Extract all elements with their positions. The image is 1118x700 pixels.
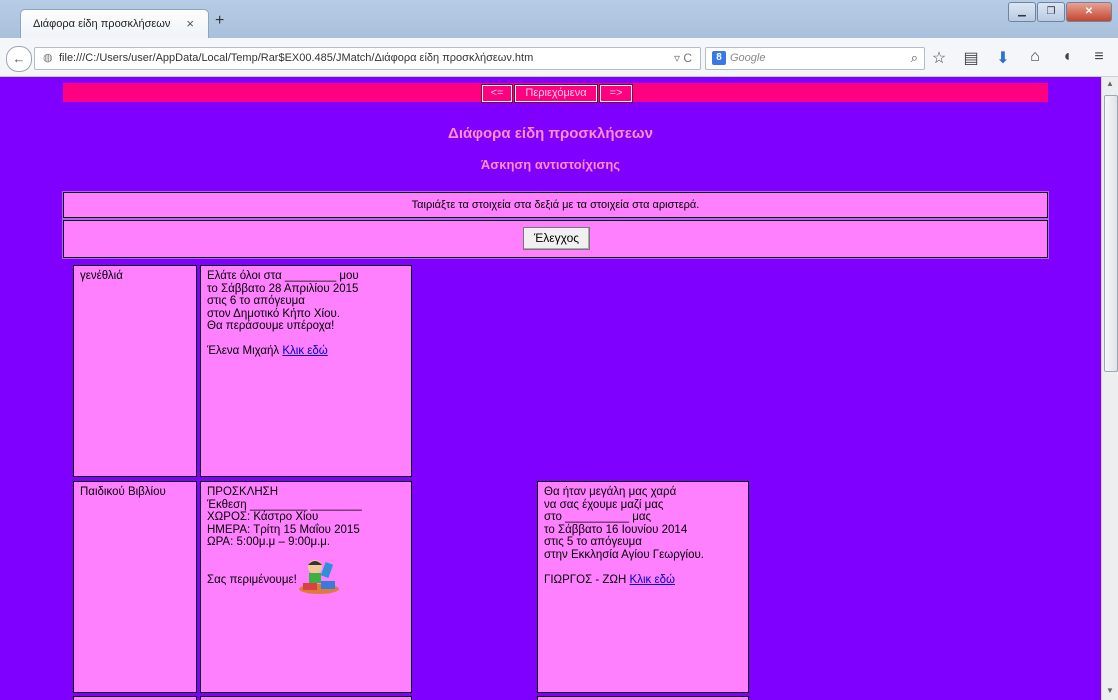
contents-button[interactable]: Περιεχόμενα (514, 84, 598, 103)
left-label-cell: Παιδικού Βιβλίου (73, 481, 197, 693)
draggable-answer-card[interactable]: Θα ήταν μεγάλη μας χαρά να σας έχουμε μα… (537, 481, 749, 693)
home-icon[interactable]: ⌂ (1026, 48, 1044, 68)
click-here-link[interactable]: Κλικ εδώ (630, 574, 675, 586)
instructions-box: Ταιριάξτε τα στοιχεία στα δεξιά με τα στ… (62, 191, 1049, 219)
scroll-down-icon[interactable]: ▼ (1104, 686, 1116, 698)
drop-target-cell[interactable]: ΠΡΟΣΚΛΗΣΗ Έκθεση _________ ________ ΧΩΡΟ… (200, 481, 412, 693)
draggable-answer-card[interactable] (537, 696, 749, 700)
bookmarks-menu-icon[interactable]: ▤ (962, 48, 980, 68)
vertical-scrollbar[interactable]: ▲ ▼ (1101, 77, 1118, 700)
browser-tab[interactable]: Διάφορα είδη προσκλήσεων × (20, 9, 209, 39)
drop-target-cell[interactable] (200, 696, 412, 700)
window-titlebar: Διάφορα είδη προσκλήσεων × + ▁ ❐ ✕ (0, 0, 1118, 39)
search-box[interactable]: 8 Google ⌕ (705, 47, 925, 70)
browser-toolbar: ← ◍ file:///C:/Users/user/AppData/Local/… (0, 38, 1118, 77)
tab-title: Διάφορα είδη προσκλήσεων (33, 18, 171, 30)
maximize-icon[interactable]: ❐ (1037, 2, 1065, 22)
minimize-icon[interactable]: ▁ (1008, 2, 1036, 22)
page-content: <= Περιεχόμενα => Διάφορα είδη προσκλήσε… (0, 77, 1101, 700)
left-label-cell (73, 696, 197, 700)
globe-icon: ◍ (43, 52, 53, 64)
toolbar-icons: ☆ ▤ ⬇ ⌂ ◖ ≡ (930, 48, 1108, 68)
close-window-icon[interactable]: ✕ (1066, 2, 1112, 22)
download-icon[interactable]: ⬇ (994, 48, 1012, 68)
window-controls: ▁ ❐ ✕ (1008, 2, 1112, 22)
check-button[interactable]: Έλεγχος (523, 227, 590, 250)
google-icon: 8 (712, 51, 726, 65)
scrollbar-thumb[interactable] (1104, 95, 1118, 372)
tab-close-icon[interactable]: × (186, 16, 194, 31)
drop-target-cell[interactable]: Ελάτε όλοι στα ________ μου το Σάββατο 2… (200, 265, 412, 477)
bookmark-star-icon[interactable]: ☆ (930, 48, 948, 68)
search-icon[interactable]: ⌕ (911, 50, 918, 66)
pocket-icon[interactable]: ◖ (1058, 48, 1076, 68)
new-tab-icon[interactable]: + (215, 12, 224, 30)
reload-icon[interactable]: ▿ C (674, 51, 692, 65)
answer-text: Θα ήταν μεγάλη μας χαρά να σας έχουμε μα… (544, 486, 704, 586)
check-row: Έλεγχος (62, 219, 1049, 259)
menu-icon[interactable]: ≡ (1090, 48, 1108, 68)
address-bar[interactable]: ◍ file:///C:/Users/user/AppData/Local/Te… (34, 47, 701, 70)
prev-button[interactable]: <= (481, 84, 513, 103)
page-subtitle: Άσκηση αντιστοίχισης (480, 157, 621, 172)
invitation-text: Ελάτε όλοι στα ________ μου το Σάββατο 2… (207, 270, 359, 357)
back-arrow-icon[interactable]: ← (6, 46, 32, 72)
scroll-up-icon[interactable]: ▲ (1104, 79, 1116, 91)
url-text: file:///C:/Users/user/AppData/Local/Temp… (59, 52, 534, 64)
nav-strip: <= Περιεχόμενα => (63, 83, 1048, 103)
instructions-text: Ταιριάξτε τα στοιχεία στα δεξιά με τα στ… (411, 199, 700, 211)
page-title: Διάφορα είδη προσκλήσεων (448, 125, 653, 142)
left-label-cell: γενέθλιά (73, 265, 197, 477)
click-here-link[interactable]: Κλικ εδώ (282, 345, 327, 357)
reading-child-icon (299, 560, 339, 594)
search-placeholder: Google (730, 52, 766, 64)
next-button[interactable]: => (599, 84, 633, 103)
